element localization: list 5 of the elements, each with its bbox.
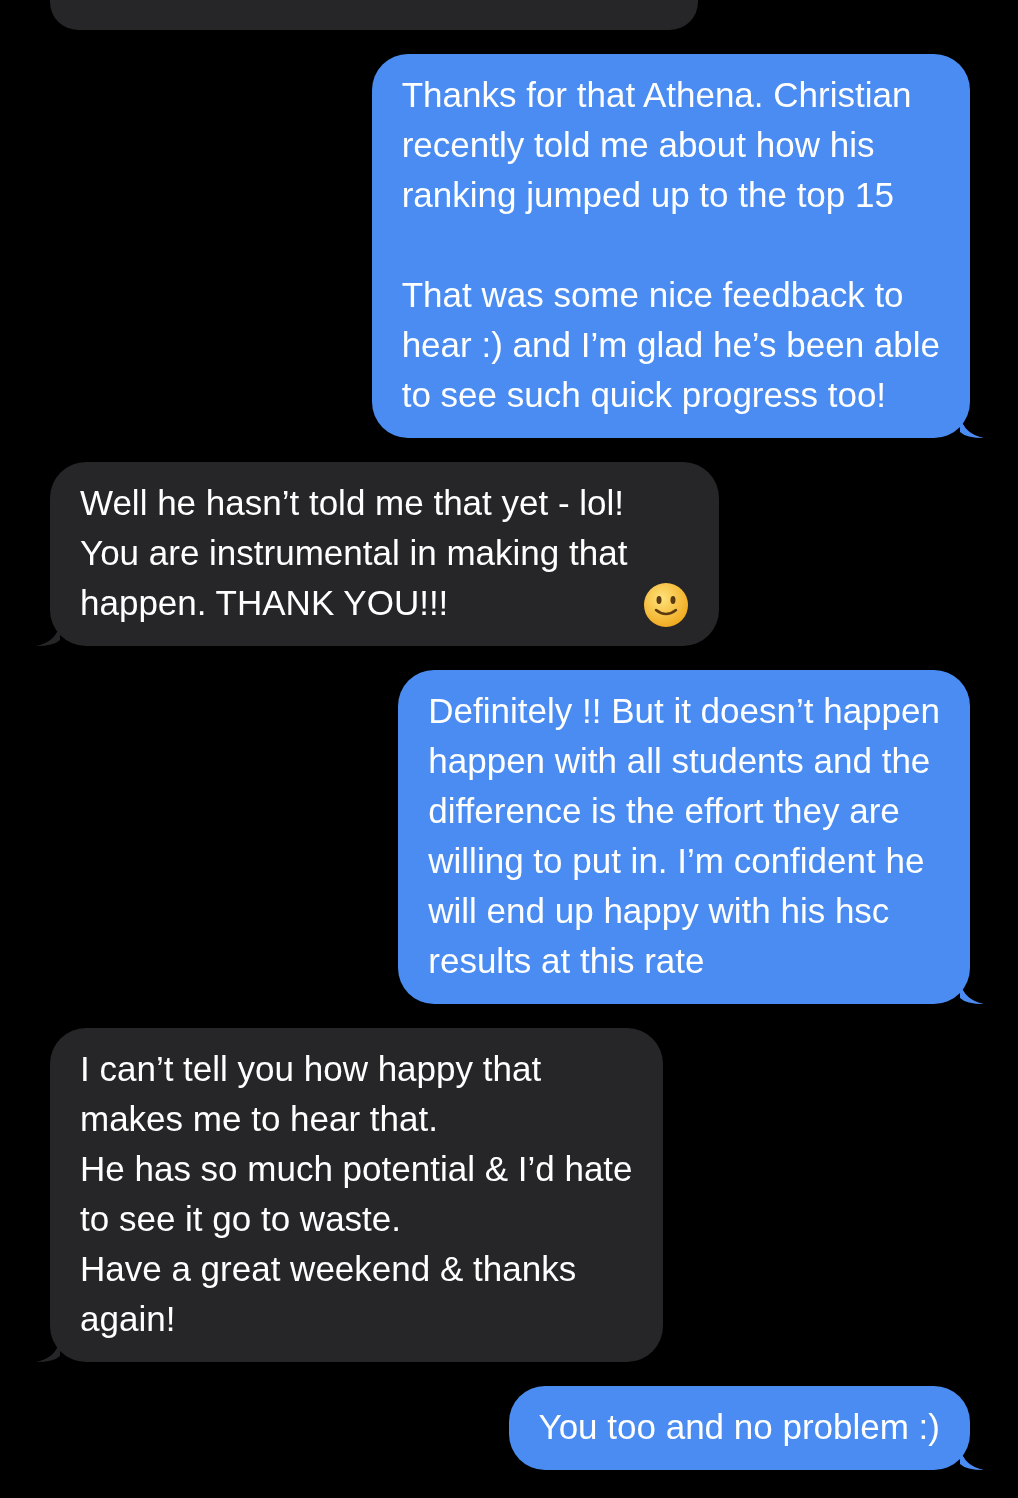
message-text: Definitely !! But it doesn’t happen happen with all students and the difference is the effort they are willing to put in. I’m confident he will end up happy with his hsc results at this rate (428, 690, 940, 982)
message-text: You too and no problem :) (538, 1406, 940, 1448)
message-text: Thanks for that Athena. Christian recently told me about how his ranking jumped up to the top 15 That was some nice feedback to hear :) and I’m glad he’s been able to see such quick progress too! (401, 74, 940, 416)
message-text: Well he hasn’t told me that yet - lol! You are instrumental in making that happen. THANK YOU!!! (80, 482, 628, 624)
message-text: I can’t tell you how happy that makes me to hear that. He has so much potential & I’d hate to see it go to waste. Have a great weekend & thanks again! (80, 1048, 633, 1340)
